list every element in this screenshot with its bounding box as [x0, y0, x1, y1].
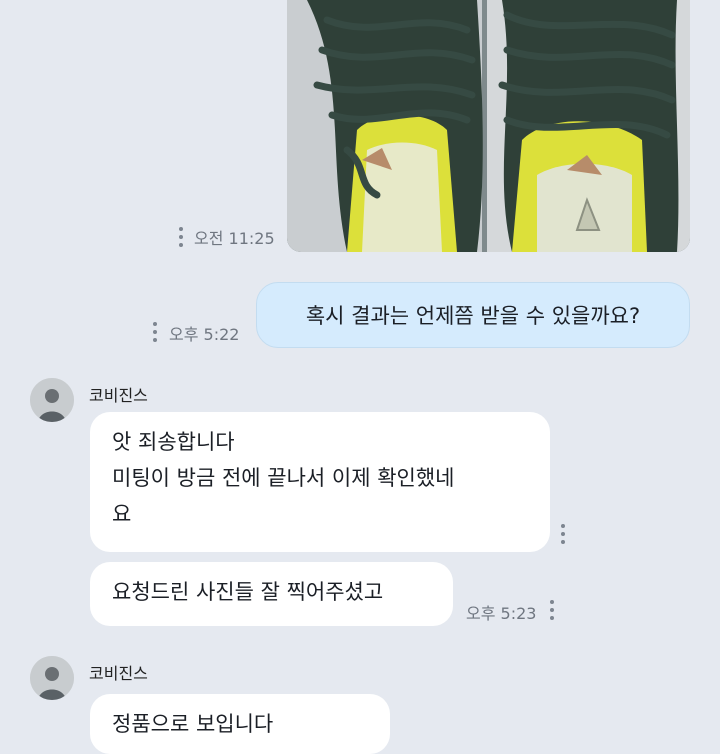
message-line: 앗 죄송합니다	[112, 430, 235, 454]
sender-name: 코비진스	[89, 664, 148, 683]
message-line: 정품으로 보입니다	[112, 712, 274, 736]
message-time: 오후 5:23	[466, 604, 537, 623]
shared-image-sneakers[interactable]	[287, 0, 690, 252]
message-options-icon[interactable]	[561, 524, 565, 548]
sneaker-photo	[287, 0, 690, 252]
incoming-message-bubble[interactable]: 정품으로 보입니다	[90, 694, 390, 754]
avatar[interactable]	[30, 656, 74, 700]
message-options-icon[interactable]	[179, 227, 183, 251]
sender-name: 코비진스	[89, 386, 148, 405]
profile-person-icon	[30, 656, 74, 700]
outgoing-message-bubble[interactable]: 혹시 결과는 언제쯤 받을 수 있을까요?	[256, 282, 690, 348]
message-line: 미팅이 방금 전에 끝나서 이제 확인했네	[112, 466, 455, 490]
message-time: 오후 5:22	[169, 325, 240, 344]
message-options-icon[interactable]	[550, 600, 554, 624]
message-line: 요청드린 사진들 잘 찍어주셨고	[112, 580, 384, 604]
message-time: 오전 11:25	[194, 229, 275, 248]
message-line: 요	[112, 502, 132, 526]
incoming-message-bubble[interactable]: 요청드린 사진들 잘 찍어주셨고	[90, 562, 453, 626]
message-options-icon[interactable]	[153, 322, 157, 346]
profile-person-icon	[30, 378, 74, 422]
avatar[interactable]	[30, 378, 74, 422]
incoming-message-bubble[interactable]: 앗 죄송합니다 미팅이 방금 전에 끝나서 이제 확인했네 요	[90, 412, 550, 552]
